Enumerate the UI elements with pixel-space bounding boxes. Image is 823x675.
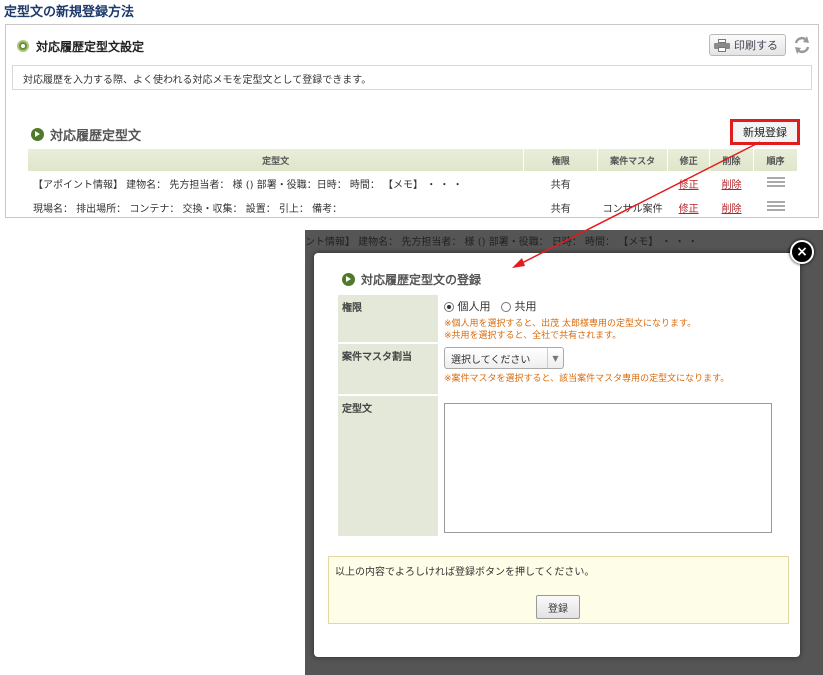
callout-arrow xyxy=(512,141,761,268)
